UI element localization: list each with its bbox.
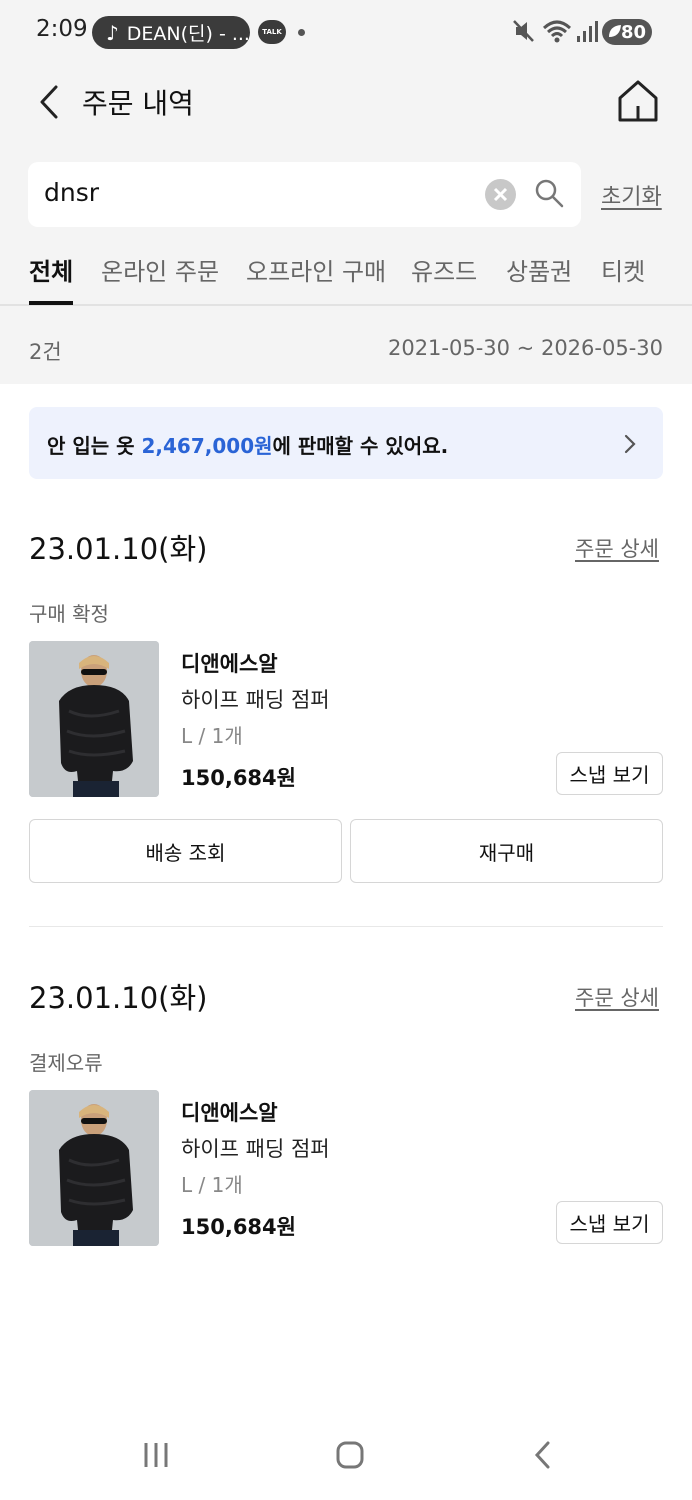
banner-amount: 2,467,000원 — [141, 434, 273, 458]
product-thumbnail[interactable] — [29, 1090, 159, 1246]
tab-gift-card[interactable]: 상품권 — [506, 252, 572, 287]
product-option: L / 1개 — [181, 724, 243, 748]
product-name: 하이프 패딩 점퍼 — [181, 688, 330, 712]
home-button[interactable] — [616, 78, 660, 124]
snap-view-button[interactable]: 스냅 보기 — [556, 1201, 663, 1244]
tab-offline[interactable]: 오프라인 구매 — [246, 252, 386, 287]
tab-online[interactable]: 온라인 주문 — [101, 252, 219, 287]
talk-notification-icon: TALK — [258, 20, 286, 44]
banner-prefix: 안 입는 옷 — [47, 434, 142, 458]
music-notification-pill[interactable]: ♪ DEAN(딘) - ... — [92, 16, 250, 49]
reset-button[interactable]: 초기화 — [601, 179, 662, 211]
search-icon[interactable] — [534, 178, 564, 210]
back-button[interactable] — [30, 82, 70, 122]
recent-apps-icon[interactable] — [142, 1440, 170, 1470]
music-text: DEAN(딘) - ... — [126, 23, 250, 45]
tab-used[interactable]: 유즈드 — [411, 252, 477, 287]
order-type-tabs: 전체 온라인 주문 오프라인 구매 유즈드 상품권 티켓 — [0, 248, 692, 306]
battery-indicator: 80 — [602, 19, 652, 45]
track-delivery-button[interactable]: 배송 조회 — [29, 819, 342, 883]
product-image — [29, 641, 159, 797]
order-detail-link[interactable]: 주문 상세 — [575, 982, 659, 1012]
order-detail-link[interactable]: 주문 상세 — [575, 533, 659, 563]
battery-level: 80 — [620, 21, 646, 43]
nav-back-icon[interactable] — [532, 1440, 554, 1470]
more-notifications-dot — [298, 29, 305, 36]
product-thumbnail[interactable] — [29, 641, 159, 797]
active-tab-indicator — [29, 301, 73, 305]
power-saving-icon — [609, 25, 621, 37]
product-brand: 디앤에스알 — [181, 1101, 278, 1125]
search-input[interactable]: dnsr — [44, 178, 99, 207]
clear-search-button[interactable] — [485, 179, 516, 210]
product-price: 150,684원 — [181, 766, 296, 790]
product-image — [29, 1090, 159, 1246]
product-name: 하이프 패딩 점퍼 — [181, 1137, 330, 1161]
mute-icon — [513, 20, 534, 42]
reorder-button[interactable]: 재구매 — [350, 819, 663, 883]
tab-ticket[interactable]: 티켓 — [601, 252, 645, 287]
signal-icon — [577, 21, 598, 42]
order-status: 결제오류 — [29, 1051, 103, 1075]
snap-view-button[interactable]: 스냅 보기 — [556, 752, 663, 795]
order-date: 23.01.10(화) — [29, 981, 208, 1015]
nav-home-icon[interactable] — [335, 1440, 365, 1470]
status-time: 2:09 — [36, 16, 88, 42]
product-option: L / 1개 — [181, 1173, 243, 1197]
product-price: 150,684원 — [181, 1215, 296, 1239]
tab-all[interactable]: 전체 — [29, 252, 73, 287]
order-divider — [29, 926, 663, 927]
close-icon — [493, 187, 508, 202]
product-brand: 디앤에스알 — [181, 652, 278, 676]
order-status: 구매 확정 — [29, 602, 109, 626]
date-range-filter[interactable]: 2021-05-30 ~ 2026-05-30 — [388, 336, 663, 360]
music-note-icon: ♪ — [106, 20, 119, 45]
banner-suffix: 에 판매할 수 있어요. — [272, 434, 449, 458]
order-date: 23.01.10(화) — [29, 532, 208, 566]
banner-text: 안 입는 옷 2,467,000원에 판매할 수 있어요. — [47, 430, 448, 459]
page-title: 주문 내역 — [82, 87, 194, 120]
order-count: 2건 — [29, 340, 62, 364]
wifi-icon — [542, 20, 572, 43]
chevron-right-icon — [624, 434, 636, 454]
